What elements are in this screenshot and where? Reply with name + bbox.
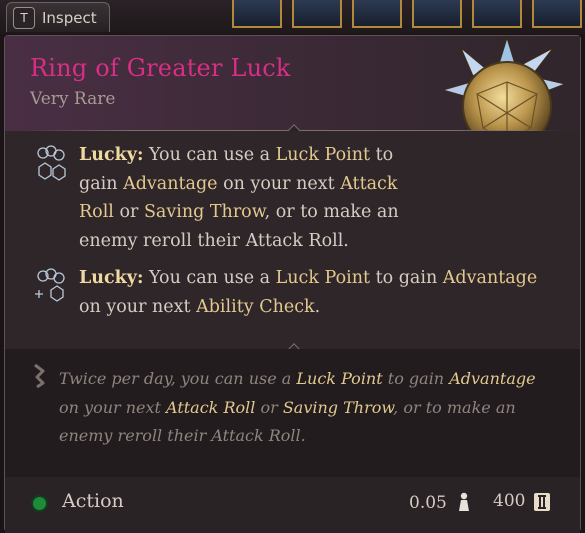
features-section: Lucky: You can use a Luck Point to gain … — [5, 131, 580, 349]
inspect-tab[interactable]: T Inspect — [6, 2, 110, 32]
lucky-dice-plus-icon — [35, 268, 65, 302]
description-text: to gain — [370, 268, 443, 288]
keyword-term: Ability Check — [196, 296, 315, 317]
tooltip-footer: Action 0.05 400 — [5, 477, 580, 533]
keyword-term: Attack Roll — [166, 397, 256, 417]
keyword-term: Saving Throw — [143, 202, 265, 222]
keyword-term: Saving Throw — [282, 397, 394, 417]
feature-description: Lucky: You can use a Luck Point to gain … — [79, 264, 549, 321]
description-text: . — [314, 296, 321, 317]
gold-coin-icon — [534, 493, 550, 511]
keyword-term: Luck Point — [296, 369, 383, 388]
feature-lucky: Lucky: You can use a Luck Point to gain … — [31, 141, 551, 255]
keyword-term: Luck Point — [275, 145, 371, 165]
item-weight: 0.05 — [409, 493, 447, 513]
flavor-text: Twice per day, you can use a Luck Point … — [59, 365, 559, 451]
feature-name: Lucky: — [79, 268, 144, 288]
keyword-term: Advantage — [123, 173, 218, 194]
inspect-label: Inspect — [42, 8, 97, 27]
description-text: on your next — [59, 397, 167, 417]
action-type: Action — [62, 490, 124, 512]
description-text: You can use a — [143, 145, 276, 165]
item-rarity: Very Rare — [30, 89, 116, 109]
description-text: to gain — [382, 369, 450, 388]
keyword-term: Luck Point — [275, 268, 371, 288]
keyword-term: Advantage — [449, 369, 536, 388]
flavor-section: Twice per day, you can use a Luck Point … — [5, 349, 580, 477]
feature-description: Lucky: You can use a Luck Point to gain … — [79, 141, 399, 255]
feature-lucky: Lucky: You can use a Luck Point to gain … — [31, 264, 551, 321]
quill-icon — [34, 363, 45, 389]
lucky-dice-icon — [37, 145, 66, 181]
hotbar-slot[interactable] — [232, 0, 282, 28]
item-name: Ring of Greater Luck — [30, 54, 291, 82]
action-icon — [33, 497, 46, 510]
description-text: or — [255, 397, 283, 417]
description-text: on your next — [217, 173, 341, 194]
item-tooltip: Ring of Greater Luck Very Rare Lucky: Yo… — [4, 35, 581, 533]
hotbar-slot[interactable] — [292, 0, 342, 28]
description-text: or — [113, 202, 144, 222]
description-text: Twice per day, you can use a — [59, 369, 297, 388]
hotbar-slot[interactable] — [352, 0, 402, 28]
item-value: 400 — [493, 491, 526, 511]
keyword-term: Advantage — [442, 268, 538, 288]
weight-icon — [459, 492, 469, 511]
description-text: You can use a — [143, 268, 276, 288]
description-text: on your next — [79, 296, 197, 317]
feature-name: Lucky: — [79, 145, 144, 165]
inspect-keybind: T — [13, 6, 35, 29]
